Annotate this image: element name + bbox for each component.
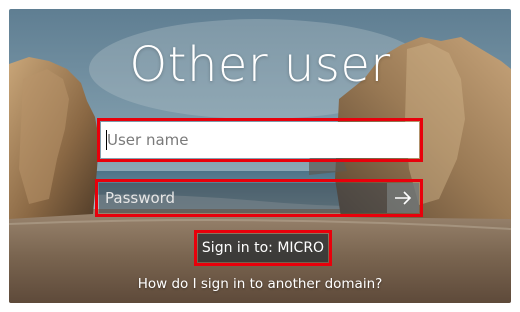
username-input[interactable] (101, 122, 419, 158)
other-domain-help-link[interactable]: How do I sign in to another domain? (9, 276, 511, 292)
password-input[interactable] (99, 183, 387, 213)
page-title: Other user (129, 37, 391, 93)
arrow-right-icon (395, 191, 412, 205)
submit-button[interactable] (387, 183, 419, 213)
text-caret (106, 130, 107, 150)
login-screen: Other user Sign in to: MICRO How do I si… (9, 9, 511, 303)
signin-domain-label: Sign in to: MICRO (198, 234, 328, 262)
